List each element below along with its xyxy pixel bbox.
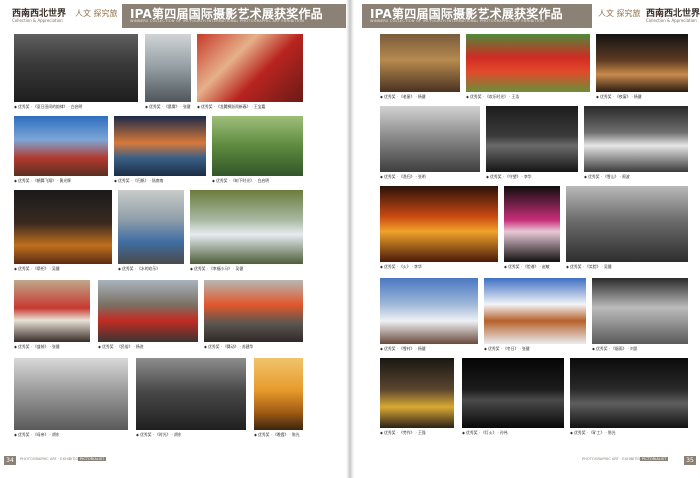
photo — [204, 280, 303, 342]
photo-caption: ◆ 优秀奖 · 《龙腾狮跃闹新春》 · 王宝嘉 — [197, 104, 266, 109]
photo-caption: ◆ 优秀奖 · 《盛装》 · 张健 — [14, 344, 60, 349]
photo-caption: ◆ 优秀奖 · 《幸福小马》 · 吴健 — [190, 266, 244, 271]
photo — [584, 106, 688, 172]
photo-caption: ◆ 优秀奖 · 《晨雾》 · 张健 — [145, 104, 191, 109]
photo — [462, 358, 564, 428]
photo — [14, 358, 128, 430]
photo-caption: ◆ 优秀奖 · 《时光》 · 胡东 — [136, 432, 182, 437]
photo-caption: ◆ 优秀奖 · 《夏日田间的韵律》 · 白启明 — [14, 104, 83, 109]
photo-caption: ◆ 优秀奖 · 《矿工》 · 陈光 — [570, 430, 616, 435]
photo-caption: ◆ 优秀奖 · 《火》 · 李华 — [380, 264, 422, 269]
page-number: 35 — [684, 456, 696, 465]
photo — [380, 186, 498, 262]
photo-caption: ◆ 优秀奖 · 《守望》 · 李华 — [486, 174, 532, 179]
photo-caption: ◆ 优秀奖 · 《树下时光》 · 白启明 — [212, 178, 269, 183]
photo — [14, 34, 138, 102]
photo — [254, 358, 303, 430]
brand-logo: 人文 探究旅 — [598, 9, 641, 18]
photo-caption: ◆ 优秀奖 · 《劳作》 · 王强 — [380, 430, 426, 435]
book-gutter — [346, 0, 354, 478]
photo-caption: ◆ 优秀奖 · 《冬日》 · 张健 — [484, 346, 530, 351]
photo — [592, 278, 688, 344]
photo — [380, 34, 460, 92]
header-band: IPA第四届国际摄影艺术展获奖作品 WINNERS COLLECTION OF … — [122, 4, 350, 28]
left-page: 西南西北世界 Collection & Appreciation 人文 探究旅 … — [0, 0, 350, 478]
photo-caption: ◆ 优秀奖 · 《烟雨》 · 刘凯 — [592, 346, 638, 351]
photo-caption: ◆ 优秀奖 · 《母亲》 · 胡东 — [14, 432, 60, 437]
photo-caption: ◆ 优秀奖 · 《夜宴》 · 杨健 — [596, 94, 642, 99]
header-band: IPA第四届国际摄影艺术展获奖作品 WINNERS COLLECTION OF … — [362, 4, 592, 28]
photo — [484, 278, 586, 344]
photo — [466, 34, 590, 92]
photo — [504, 186, 560, 262]
footer-text: PHOTOGRAPHIC ART · EXHIBITION — [582, 457, 644, 461]
photo-caption: ◆ 优秀奖 · 《民俗》 · 杨进 — [98, 344, 144, 349]
header-subtitle: WINNERS COLLECTION OF IPA FOURTH INTERNA… — [370, 19, 545, 23]
photo — [570, 358, 688, 428]
photo-caption: ◆ 优秀奖 · 《老屋》 · 杨健 — [380, 94, 426, 99]
photo-caption: ◆ 优秀奖 · 《欢乐时光》 · 王浩 — [466, 94, 520, 99]
photo — [114, 116, 206, 176]
photo — [486, 106, 578, 172]
photo-caption: ◆ 优秀奖 · 《雪山》 · 周波 — [584, 174, 630, 179]
logo-subtitle: Collection & Appreciation — [12, 18, 63, 23]
photo — [136, 358, 246, 430]
photo — [596, 34, 688, 92]
brand-logo: 人文 探究旅 — [75, 9, 118, 18]
right-page: IPA第四届国际摄影艺术展获奖作品 WINNERS COLLECTION OF … — [350, 0, 700, 478]
photo — [14, 116, 108, 176]
photo-caption: ◆ 优秀奖 · 《水的欢乐》 — [118, 266, 160, 271]
photo — [212, 116, 303, 176]
photo-caption: ◆ 优秀奖 · 《归帆》 · 陆南南 — [114, 178, 164, 183]
photo-caption: ◆ 优秀奖 · 《鹤舞飞翔》 · 黄光辉 — [14, 178, 71, 183]
page-number: 34 — [4, 456, 16, 465]
photo-caption: ◆ 优秀奖 · 《笑脸》 · 吴健 — [566, 264, 612, 269]
photo — [14, 190, 112, 264]
photo — [98, 280, 198, 342]
photo-caption: ◆ 优秀奖 · 《祭祀》 · 吴健 — [14, 266, 60, 271]
photo — [380, 278, 478, 344]
photo — [380, 106, 480, 172]
photo — [14, 280, 90, 342]
photo-caption: ◆ 优秀奖 · 《灯火》 · 孙伟 — [462, 430, 508, 435]
photo-caption: ◆ 优秀奖 · 《晚霞》 · 陈光 — [254, 432, 300, 437]
photo — [190, 190, 303, 264]
photo — [380, 358, 454, 428]
photo — [118, 190, 184, 264]
logo-subtitle: Collection & Appreciation — [646, 18, 697, 23]
photo — [197, 34, 303, 102]
footer-text: PHOTOGRAPHIC ART · EXHIBITION — [20, 457, 82, 461]
photo-caption: ◆ 优秀奖 · 《脸谱》 · 赵敏 — [504, 264, 550, 269]
photo-caption: ◆ 优秀奖 · 《渔归》 · 张明 — [380, 174, 426, 179]
photo — [145, 34, 191, 102]
photo — [566, 186, 688, 262]
footer-badge: PICTORIALIST — [640, 457, 669, 461]
footer-badge: PICTORIALIST — [78, 457, 107, 461]
photo-caption: ◆ 优秀奖 · 《舞动》 · 苏建华 — [204, 344, 254, 349]
photo-caption: ◆ 优秀奖 · 《雪村》 · 杨健 — [380, 346, 426, 351]
header-subtitle: WINNERS COLLECTION OF IPA FOURTH INTERNA… — [130, 19, 305, 23]
